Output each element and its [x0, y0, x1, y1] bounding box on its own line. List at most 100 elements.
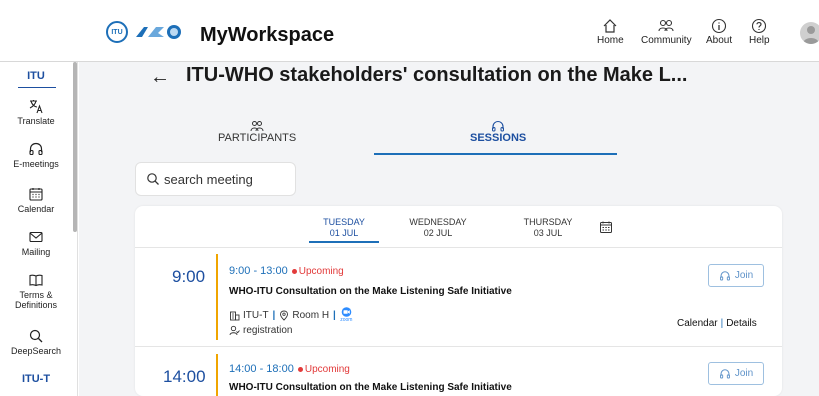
calendar-picker-icon[interactable] — [599, 220, 613, 234]
nav-help-label: Help — [749, 35, 770, 46]
status-badge: Upcoming — [297, 364, 350, 375]
mail-icon — [29, 231, 43, 243]
sidebar-item-translate[interactable]: Translate — [0, 98, 72, 126]
session-range-text: 14:00 - 18:00 — [229, 363, 294, 375]
calendar-link[interactable]: Calendar — [677, 318, 718, 329]
headset-icon — [719, 270, 730, 280]
sidebar-item-mailing[interactable]: Mailing — [0, 229, 72, 257]
tab-sessions[interactable]: SESSIONS — [470, 120, 526, 144]
zoom-link[interactable]: zoom — [340, 307, 353, 323]
status-dot — [297, 366, 303, 372]
top-bar: ITU MyWorkspace Home Community About Hel… — [0, 0, 819, 62]
search-icon — [29, 329, 43, 343]
zoom-label: zoom — [340, 317, 353, 323]
session-title[interactable]: WHO-ITU Consultation on the Make Listeni… — [229, 286, 512, 297]
join-label: Join — [734, 368, 754, 379]
session-time-range: 14:00 - 18:00 Upcoming — [229, 363, 350, 375]
status-badge: Upcoming — [291, 266, 344, 277]
session-org: ITU-T — [243, 309, 269, 321]
zoom-icon — [341, 307, 352, 317]
itu-logo[interactable]: ITU — [106, 21, 128, 43]
sidebar-item-label: Mailing — [21, 247, 51, 257]
registration-icon — [229, 325, 240, 336]
info-icon — [712, 18, 727, 34]
session-room: Room H — [292, 309, 330, 321]
sidebar-item-label: Terms & Definitions — [14, 290, 58, 310]
day-tab-tuesday[interactable]: TUESDAY 01 JUL — [309, 217, 379, 239]
sidebar-section-underline — [18, 87, 56, 88]
session-range-text: 9:00 - 13:00 — [229, 265, 288, 277]
day-tab-wednesday[interactable]: WEDNESDAY 02 JUL — [400, 217, 476, 239]
registration-line: registration — [229, 325, 292, 336]
status-text: Upcoming — [304, 364, 350, 375]
join-button[interactable]: Join — [708, 362, 764, 385]
search-icon — [147, 173, 159, 185]
session-start-time: 14:00 — [163, 367, 206, 386]
day-date: 01 JUL — [329, 228, 359, 238]
nav-home[interactable]: Home — [597, 18, 624, 46]
sidebar-item-label: Translate — [17, 116, 55, 126]
join-label: Join — [734, 270, 754, 281]
headset-icon — [492, 120, 505, 132]
nav-help[interactable]: Help — [749, 18, 770, 46]
participants-icon — [250, 121, 264, 132]
day-date: 03 JUL — [533, 228, 563, 238]
translate-icon — [29, 100, 43, 114]
nav-community[interactable]: Community — [641, 18, 692, 46]
active-day-indicator — [309, 241, 379, 243]
sidebar-item-terms[interactable]: Terms & Definitions — [0, 272, 72, 310]
search-input[interactable]: search meeting — [135, 162, 296, 196]
day-tab-thursday[interactable]: THURSDAY 03 JUL — [516, 217, 580, 239]
nav-home-label: Home — [597, 35, 624, 46]
headset-icon — [719, 368, 730, 378]
session-timeline-bar — [216, 254, 218, 340]
meta-separator: | — [272, 309, 276, 321]
tab-participants[interactable]: PARTICIPANTS — [218, 120, 296, 144]
session-start-time: 9:00 — [172, 267, 206, 286]
session-divider — [135, 346, 782, 347]
user-avatar[interactable] — [800, 22, 819, 44]
tab-sessions-label: SESSIONS — [470, 132, 527, 144]
avatar-icon — [803, 26, 819, 44]
tab-participants-label: PARTICIPANTS — [218, 132, 297, 144]
sidebar-item-label: Calendar — [17, 204, 55, 214]
help-icon — [752, 18, 767, 34]
sidebar-section-itu[interactable]: ITU — [0, 70, 72, 82]
back-button[interactable]: ← — [150, 66, 170, 89]
building-icon — [230, 311, 240, 320]
day-weekday: WEDNESDAY — [409, 217, 467, 227]
app-title: MyWorkspace — [200, 24, 335, 46]
sidebar-item-deepsearch[interactable]: DeepSearch — [0, 328, 72, 356]
sidebar-item-emeetings[interactable]: E-meetings — [0, 141, 72, 169]
itu-160-logo — [136, 25, 181, 39]
join-button[interactable]: Join — [708, 264, 764, 287]
session-timeline-bar — [216, 354, 218, 396]
registration-link[interactable]: registration — [243, 325, 292, 336]
nav-community-label: Community — [641, 35, 692, 46]
session-links: Calendar | Details — [677, 318, 757, 329]
page-title: ITU-WHO stakeholders' consultation on th… — [186, 64, 688, 86]
sidebar-section-itut[interactable]: ITU-T — [0, 373, 72, 385]
sidebar-scrollbar[interactable] — [73, 62, 77, 232]
itu-logo-text: ITU — [111, 28, 123, 36]
search-placeholder: search meeting — [164, 171, 253, 187]
session-title[interactable]: WHO-ITU Consultation on the Make Listeni… — [229, 382, 512, 393]
nav-about-label: About — [706, 35, 733, 46]
status-dot — [291, 268, 297, 274]
day-divider — [135, 247, 782, 248]
session-meta: ITU-T | Room H | zoom — [229, 307, 353, 323]
details-link[interactable]: Details — [726, 318, 757, 329]
status-text: Upcoming — [298, 266, 344, 277]
day-date: 02 JUL — [423, 228, 453, 238]
location-pin-icon — [280, 310, 289, 321]
calendar-icon — [29, 188, 43, 201]
community-icon — [658, 19, 674, 32]
book-icon — [29, 274, 43, 287]
headset-icon — [29, 142, 43, 156]
sidebar-item-calendar[interactable]: Calendar — [0, 186, 72, 214]
sidebar-item-label: E-meetings — [13, 159, 59, 169]
nav-about[interactable]: About — [706, 18, 732, 46]
day-weekday: TUESDAY — [323, 217, 365, 227]
day-weekday: THURSDAY — [523, 217, 573, 227]
meta-separator: | — [333, 309, 336, 321]
